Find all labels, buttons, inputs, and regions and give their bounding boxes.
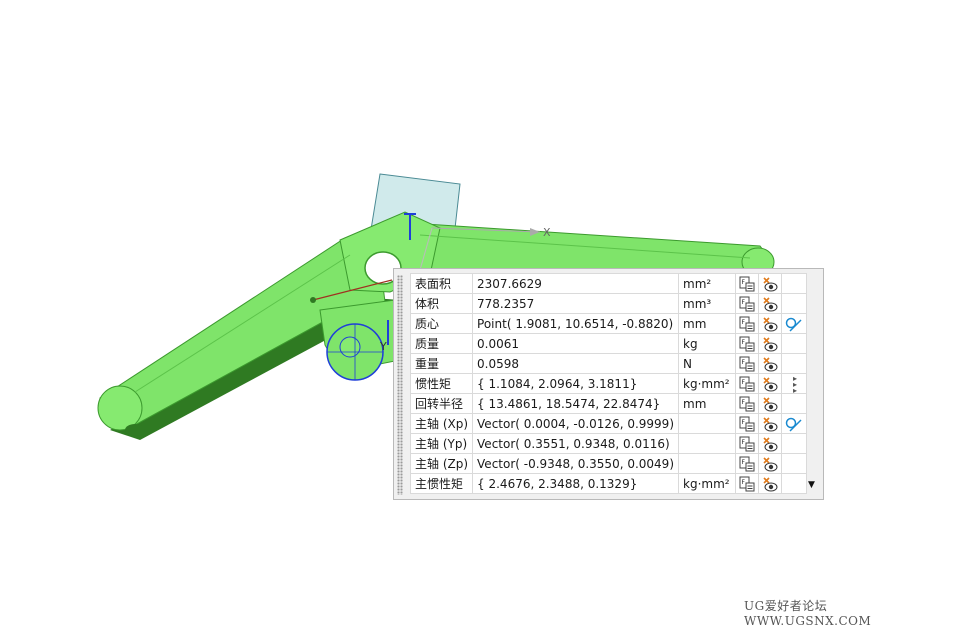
panel-drag-handle[interactable]: [397, 275, 403, 495]
create-object-icon[interactable]: [781, 413, 807, 434]
property-value[interactable]: Vector( 0.0004, -0.0126, 0.9999): [472, 413, 679, 434]
property-unit: [678, 453, 736, 474]
property-value[interactable]: 0.0598: [472, 353, 679, 374]
copy-to-clipboard-icon[interactable]: F: [735, 273, 759, 294]
create-object-icon: [781, 293, 807, 314]
property-name: 主轴 (Yp): [409, 433, 474, 454]
property-row[interactable]: 质心 Point( 1.9081, 10.6514, -0.8820) mm F: [409, 313, 807, 334]
show-in-graphics-icon[interactable]: [758, 293, 782, 314]
svg-text:F: F: [742, 299, 746, 306]
property-value[interactable]: { 2.4676, 2.3488, 0.1329}: [472, 473, 679, 494]
property-value[interactable]: 0.0061: [472, 333, 679, 354]
property-row[interactable]: 体积 778.2357 mm³ F: [409, 293, 807, 314]
property-unit: [678, 413, 736, 434]
show-in-graphics-icon[interactable]: [758, 333, 782, 354]
copy-to-clipboard-icon[interactable]: F: [735, 313, 759, 334]
property-row[interactable]: 主惯性矩{ 2.4676, 2.3488, 0.1329} kg·mm² F: [409, 473, 807, 494]
property-row[interactable]: 主轴 (Xp) Vector( 0.0004, -0.0126, 0.9999) F: [409, 413, 807, 434]
show-in-graphics-icon[interactable]: [758, 453, 782, 474]
svg-text:F: F: [742, 479, 746, 486]
property-name: 主轴 (Zp): [409, 453, 474, 474]
copy-to-clipboard-icon[interactable]: F: [735, 353, 759, 374]
property-row[interactable]: 主轴 (Yp) Vector( 0.3551, 0.9348, 0.0116) F: [409, 433, 807, 454]
show-in-graphics-icon[interactable]: [758, 273, 782, 294]
svg-text:F: F: [742, 279, 746, 286]
selected-boss[interactable]: [326, 323, 384, 381]
property-value[interactable]: Point( 1.9081, 10.6514, -0.8820): [472, 313, 679, 334]
show-in-graphics-icon[interactable]: [758, 313, 782, 334]
copy-to-clipboard-icon[interactable]: F: [735, 393, 759, 414]
show-in-graphics-icon[interactable]: [758, 413, 782, 434]
property-name: 主轴 (Xp): [409, 413, 474, 434]
property-unit: kg·mm²: [678, 373, 736, 394]
create-object-icon: [781, 353, 807, 374]
property-unit: N: [678, 353, 736, 374]
create-object-icon: [781, 273, 807, 294]
property-name: 回转半径: [409, 393, 474, 414]
property-name: 质量: [409, 333, 474, 354]
copy-to-clipboard-icon[interactable]: F: [735, 333, 759, 354]
create-object-icon: [781, 333, 807, 354]
copy-to-clipboard-icon[interactable]: F: [735, 413, 759, 434]
create-object-icon: [781, 433, 807, 454]
watermark: UG爱好者论坛 WWW.UGSNX.COM: [744, 599, 872, 628]
property-unit: kg: [678, 333, 736, 354]
show-in-graphics-icon[interactable]: [758, 433, 782, 454]
create-object-icon[interactable]: [781, 313, 807, 334]
property-name: 表面积: [409, 273, 474, 294]
svg-text:F: F: [742, 359, 746, 366]
property-unit: mm: [678, 313, 736, 334]
property-row[interactable]: 表面积 2307.6629 mm² F: [409, 273, 807, 294]
property-row[interactable]: 惯性矩{ 1.1084, 2.0964, 3.1811} kg·mm² F: [409, 373, 807, 394]
property-value[interactable]: Vector( 0.3551, 0.9348, 0.0116): [472, 433, 679, 454]
copy-to-clipboard-icon[interactable]: F: [735, 293, 759, 314]
svg-text:F: F: [742, 399, 746, 406]
property-unit: kg·mm²: [678, 473, 736, 494]
property-row[interactable]: 主轴 (Zp) Vector( -0.9348, 0.3550, 0.0049) F: [409, 453, 807, 474]
svg-text:F: F: [742, 339, 746, 346]
expand-arrows-icon[interactable]: ▸ ▸ ▸: [793, 375, 797, 395]
show-in-graphics-icon[interactable]: [758, 353, 782, 374]
copy-to-clipboard-icon[interactable]: F: [735, 373, 759, 394]
property-name: 重量: [409, 353, 474, 374]
copy-to-clipboard-icon[interactable]: F: [735, 473, 759, 494]
property-unit: mm³: [678, 293, 736, 314]
show-in-graphics-icon[interactable]: [758, 393, 782, 414]
property-unit: [678, 433, 736, 454]
property-name: 主惯性矩: [409, 473, 474, 494]
property-value[interactable]: Vector( -0.9348, 0.3550, 0.0049): [472, 453, 679, 474]
show-in-graphics-icon[interactable]: [758, 373, 782, 394]
svg-text:F: F: [742, 419, 746, 426]
property-unit: mm²: [678, 273, 736, 294]
property-value[interactable]: { 13.4861, 18.5474, 22.8474}: [472, 393, 679, 414]
copy-to-clipboard-icon[interactable]: F: [735, 453, 759, 474]
svg-text:F: F: [742, 379, 746, 386]
property-name: 惯性矩: [409, 373, 474, 394]
create-object-icon: [781, 393, 807, 414]
mass-properties-table: 表面积 2307.6629 mm² F 体积 778.2357 mm³ F 质心 Point( 1…: [409, 273, 807, 494]
property-value[interactable]: 2307.6629: [472, 273, 679, 294]
property-unit: mm: [678, 393, 736, 414]
svg-text:F: F: [742, 319, 746, 326]
property-name: 质心: [409, 313, 474, 334]
property-row[interactable]: 回转半径{ 13.4861, 18.5474, 22.8474} mm F: [409, 393, 807, 414]
copy-to-clipboard-icon[interactable]: F: [735, 433, 759, 454]
property-value[interactable]: { 1.1084, 2.0964, 3.1811}: [472, 373, 679, 394]
panel-dropdown-arrow-icon[interactable]: ▼: [808, 480, 815, 490]
property-row[interactable]: 重量 0.0598 N F: [409, 353, 807, 374]
property-value[interactable]: 778.2357: [472, 293, 679, 314]
create-object-icon: [781, 453, 807, 474]
centroid-point: [310, 297, 316, 303]
show-in-graphics-icon[interactable]: [758, 473, 782, 494]
property-row[interactable]: 质量 0.0061 kg F: [409, 333, 807, 354]
axis-y-label: Y: [379, 340, 387, 353]
svg-text:F: F: [742, 459, 746, 466]
create-object-icon: [781, 473, 807, 494]
axis-x-label: X: [543, 226, 551, 239]
svg-text:F: F: [742, 439, 746, 446]
property-name: 体积: [409, 293, 474, 314]
